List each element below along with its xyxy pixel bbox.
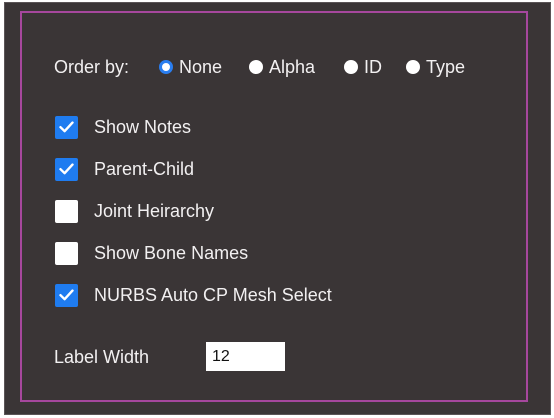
radio-id-indicator[interactable] [344, 60, 358, 74]
radio-id-label: ID [364, 57, 382, 77]
nurbs-auto-cp-mesh-select-checkbox[interactable] [55, 283, 78, 307]
nurbs-auto-cp-mesh-select-label: NURBS Auto CP Mesh Select [94, 285, 332, 305]
radio-order-type[interactable]: Type [406, 56, 465, 78]
radio-alpha-label: Alpha [269, 57, 316, 77]
radio-alpha-indicator[interactable] [249, 60, 263, 74]
option-show-notes[interactable]: Show Notes [55, 115, 191, 139]
label-width-label: Label Width [54, 347, 150, 367]
parent-child-checkbox[interactable] [55, 157, 78, 181]
show-notes-label: Show Notes [94, 117, 192, 137]
radio-type-indicator[interactable] [406, 60, 420, 74]
label-width-input[interactable] [206, 342, 285, 371]
show-notes-checkbox[interactable] [55, 115, 78, 139]
checkmark-icon [59, 121, 74, 133]
radio-none-label: None [179, 57, 223, 77]
option-parent-child[interactable]: Parent-Child [55, 157, 194, 181]
radio-order-id[interactable]: ID [344, 56, 382, 78]
option-show-bone-names[interactable]: Show Bone Names [55, 241, 248, 265]
option-nurbs-auto-cp-mesh-select[interactable]: NURBS Auto CP Mesh Select [55, 283, 332, 307]
option-joint-heirarchy[interactable]: Joint Heirarchy [55, 199, 214, 223]
joint-heirarchy-label: Joint Heirarchy [94, 201, 215, 221]
parent-child-label: Parent-Child [94, 159, 195, 179]
checkmark-icon [59, 289, 74, 301]
radio-none-indicator[interactable] [159, 60, 173, 74]
checkmark-icon [59, 163, 74, 175]
show-bone-names-label: Show Bone Names [94, 243, 249, 263]
radio-type-label: Type [426, 57, 466, 77]
radio-order-alpha[interactable]: Alpha [249, 56, 315, 78]
show-bone-names-checkbox[interactable] [55, 241, 78, 265]
radio-order-none[interactable]: None [159, 56, 222, 78]
order-by-label: Order by: [54, 57, 130, 77]
joint-heirarchy-checkbox[interactable] [55, 199, 78, 223]
